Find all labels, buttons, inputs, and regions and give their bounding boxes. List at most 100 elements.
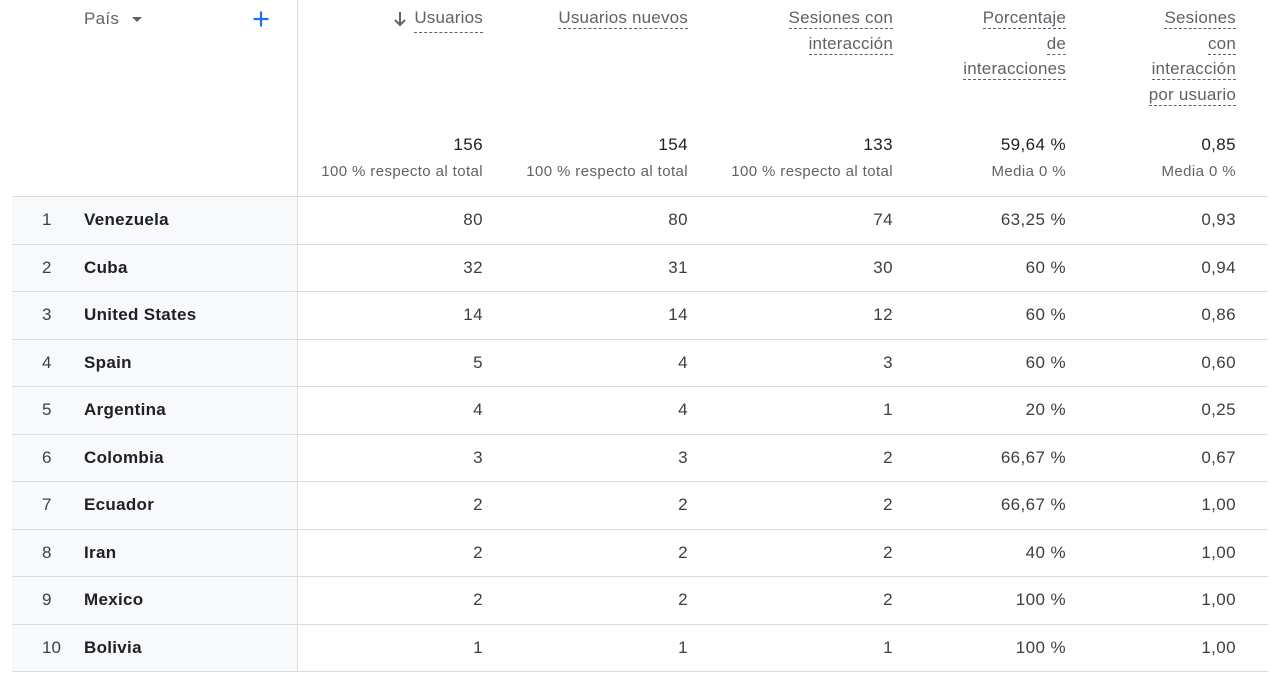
column-total-sesiones_interaccion: 133 100 % respecto al total <box>693 135 893 180</box>
dimension-header: País <box>0 0 298 196</box>
column-header-usuarios[interactable]: Usuarios <box>303 5 483 35</box>
cell-usuarios: 5 <box>473 352 483 372</box>
data-table-body: 1 Venezuela 80 80 74 63,25 % 0,93 2 Cuba 32 31 30 60… <box>12 197 1268 672</box>
column-header-line: de <box>906 31 1066 57</box>
cell-usuarios: 4 <box>473 400 483 419</box>
cell-sesiones_interaccion: 2 <box>883 447 893 467</box>
cell-porcentaje_interacciones: 100 % <box>1015 590 1066 609</box>
column-header-porcentaje_interacciones[interactable]: Porcentaje de interacciones <box>906 5 1066 82</box>
cell-usuarios: 80 <box>463 210 483 229</box>
column-header-text: interacción <box>1151 59 1236 80</box>
dimension-selector[interactable]: País <box>84 9 143 29</box>
column-header-text: Usuarios <box>414 5 483 33</box>
total-value: 154 <box>658 135 688 154</box>
cell-porcentaje_interacciones: 66,67 % <box>1000 447 1066 467</box>
row-index: 9 <box>42 590 52 609</box>
cell-sesiones_interaccion: 1 <box>883 400 893 419</box>
column-header-line: interacción <box>713 31 893 57</box>
arrow-down-icon <box>394 11 407 27</box>
column-header-text: de <box>1046 33 1066 55</box>
cell-porcentaje_interacciones: 66,67 % <box>1000 495 1066 514</box>
total-value: 0,85 <box>1201 135 1236 154</box>
table-row[interactable]: 5 Argentina 4 4 1 20 % 0,25 <box>12 387 1268 435</box>
table-row[interactable]: 8 Iran 2 2 2 40 % 1,00 <box>12 529 1268 577</box>
cell-usuarios_nuevos: 2 <box>678 590 688 609</box>
column-total-usuarios: 156 100 % respecto al total <box>283 135 483 180</box>
cell-sesiones_interaccion: 12 <box>873 305 893 324</box>
cell-sesiones_interaccion: 2 <box>883 495 893 514</box>
cell-porcentaje_interacciones: 60 % <box>1025 352 1066 372</box>
column-header-usuarios_nuevos[interactable]: Usuarios nuevos <box>508 5 688 31</box>
cell-sesiones_por_usuario: 0,60 <box>1201 352 1236 372</box>
row-index: 4 <box>42 352 52 372</box>
cell-sesiones_por_usuario: 0,67 <box>1201 447 1236 467</box>
cell-sesiones_por_usuario: 1,00 <box>1201 637 1236 657</box>
column-header-text: por usuario <box>1148 84 1236 106</box>
column-header-line: con <box>1076 31 1236 57</box>
plus-icon[interactable] <box>249 7 273 31</box>
cell-usuarios_nuevos: 4 <box>678 352 688 372</box>
cell-sesiones_por_usuario: 0,86 <box>1201 305 1236 324</box>
cell-usuarios_nuevos: 1 <box>678 637 688 657</box>
cell-porcentaje_interacciones: 40 % <box>1025 542 1066 562</box>
total-subtitle: Media 0 % <box>1161 163 1236 180</box>
row-index: 6 <box>42 447 52 467</box>
row-country: Cuba <box>84 257 128 277</box>
cell-sesiones_interaccion: 1 <box>883 637 893 657</box>
column-header-sesiones_interaccion[interactable]: Sesiones con interacción <box>713 5 893 56</box>
column-header-line: interacciones <box>906 56 1066 82</box>
total-subtitle: 100 % respecto al total <box>526 163 688 180</box>
table-row[interactable]: 1 Venezuela 80 80 74 63,25 % 0,93 <box>12 197 1268 245</box>
row-country: Mexico <box>84 590 144 609</box>
row-country: United States <box>84 305 197 324</box>
row-index: 8 <box>42 542 52 562</box>
column-header-text: con <box>1207 33 1236 55</box>
column-header-line: Usuarios nuevos <box>508 5 688 31</box>
table-row[interactable]: 7 Ecuador 2 2 2 66,67 % 1,00 <box>12 482 1268 530</box>
column-header-text: Sesiones con <box>788 8 893 29</box>
cell-porcentaje_interacciones: 60 % <box>1025 305 1066 324</box>
total-value: 156 <box>453 135 483 154</box>
cell-usuarios: 2 <box>473 495 483 514</box>
column-header-text: Sesiones <box>1164 8 1236 29</box>
cell-usuarios: 14 <box>463 305 483 324</box>
table-row[interactable]: 10 Bolivia 1 1 1 100 % 1,00 <box>12 624 1268 672</box>
cell-porcentaje_interacciones: 100 % <box>1015 637 1066 657</box>
table-row[interactable]: 2 Cuba 32 31 30 60 % 0,94 <box>12 244 1268 292</box>
cell-usuarios_nuevos: 14 <box>668 305 688 324</box>
row-country: Venezuela <box>84 210 169 229</box>
column-header-text: interacción <box>808 33 893 55</box>
cell-sesiones_interaccion: 74 <box>873 210 893 229</box>
cell-sesiones_interaccion: 30 <box>873 257 893 277</box>
column-total-usuarios_nuevos: 154 100 % respecto al total <box>488 135 688 180</box>
row-country: Bolivia <box>84 637 142 657</box>
cell-sesiones_por_usuario: 0,94 <box>1201 257 1236 277</box>
column-header-line: Sesiones <box>1076 5 1236 31</box>
cell-sesiones_por_usuario: 1,00 <box>1201 495 1236 514</box>
cell-porcentaje_interacciones: 60 % <box>1025 257 1066 277</box>
column-header-sesiones_por_usuario[interactable]: Sesiones con interacción por usuario <box>1076 5 1236 107</box>
dimension-label: País <box>84 9 120 28</box>
row-country: Spain <box>84 352 132 372</box>
column-header-text: Porcentaje <box>982 8 1066 29</box>
column-total-sesiones_por_usuario: 0,85 Media 0 % <box>1036 135 1236 180</box>
cell-porcentaje_interacciones: 63,25 % <box>1000 210 1066 229</box>
cell-usuarios_nuevos: 2 <box>678 495 688 514</box>
total-value: 133 <box>863 135 893 154</box>
column-header-line: Sesiones con <box>713 5 893 31</box>
total-subtitle: 100 % respecto al total <box>731 163 893 180</box>
cell-sesiones_interaccion: 2 <box>883 590 893 609</box>
table-row[interactable]: 3 United States 14 14 12 60 % 0,86 <box>12 292 1268 340</box>
row-country: Colombia <box>84 447 164 467</box>
table-row[interactable]: 4 Spain 5 4 3 60 % 0,60 <box>12 339 1268 387</box>
row-index: 7 <box>42 495 52 514</box>
row-index: 10 <box>42 637 61 657</box>
table-row[interactable]: 9 Mexico 2 2 2 100 % 1,00 <box>12 577 1268 625</box>
cell-sesiones_por_usuario: 0,25 <box>1201 400 1236 419</box>
column-header-line: interacción <box>1076 56 1236 82</box>
table-row[interactable]: 6 Colombia 3 3 2 66,67 % 0,67 <box>12 434 1268 482</box>
column-header-text: interacciones <box>963 59 1066 80</box>
row-index: 1 <box>42 210 52 229</box>
row-country: Argentina <box>84 400 167 419</box>
column-header-line: Porcentaje <box>906 5 1066 31</box>
